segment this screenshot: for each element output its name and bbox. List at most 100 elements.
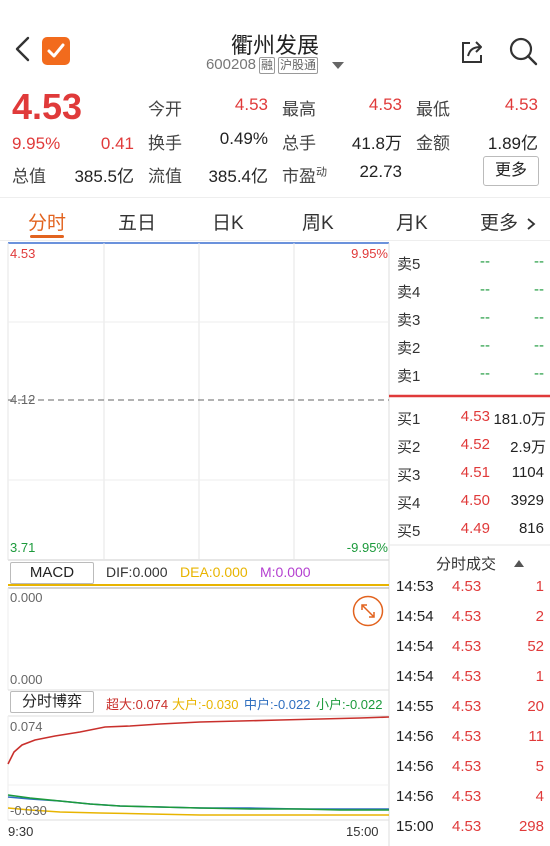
turnover-value: 0.49% bbox=[219, 129, 268, 148]
bid-2-label: 买2 bbox=[397, 439, 421, 456]
tab-monthly-k[interactable]: 月K bbox=[396, 208, 428, 235]
current-price: 4.53 bbox=[12, 86, 83, 127]
ask-5-price: -- bbox=[480, 253, 490, 270]
change-percent: 9.95% bbox=[12, 134, 61, 153]
macd-bottom-value: 0.000 bbox=[10, 672, 43, 687]
trades-header[interactable]: 分时成交 bbox=[390, 550, 550, 576]
low-label: 最低 bbox=[416, 100, 450, 119]
trade-volume: 4 bbox=[535, 788, 544, 805]
axis-bottom-price: 3.71 bbox=[10, 540, 36, 555]
trade-price: 4.53 bbox=[452, 758, 482, 775]
tab-intraday[interactable]: 分时 bbox=[28, 208, 66, 235]
time-end: 15:00 bbox=[346, 824, 379, 839]
active-tab-indicator bbox=[30, 235, 64, 238]
flow-bottom-value: -0.030 bbox=[10, 803, 47, 818]
more-button[interactable]: 更多 bbox=[483, 156, 539, 186]
trade-time: 15:00 bbox=[396, 818, 434, 835]
bid-3-label: 买3 bbox=[397, 467, 421, 484]
trade-price: 4.53 bbox=[452, 638, 482, 655]
trade-price: 4.53 bbox=[452, 578, 482, 595]
trade-volume: 11 bbox=[528, 728, 544, 745]
ask-3-volume: -- bbox=[534, 309, 544, 326]
macd-m: M:0.000 bbox=[260, 564, 311, 580]
bid-3-volume: 1104 bbox=[511, 464, 544, 481]
high-value: 4.53 bbox=[368, 95, 402, 114]
search-icon[interactable] bbox=[508, 36, 538, 66]
ask-1-price: -- bbox=[480, 365, 490, 382]
amount-label: 金额 bbox=[416, 134, 450, 153]
time-start: 9:30 bbox=[8, 824, 34, 839]
trade-time: 14:54 bbox=[396, 668, 434, 685]
tab-weekly-k[interactable]: 周K bbox=[302, 208, 334, 235]
trade-time: 14:56 bbox=[396, 788, 434, 805]
trade-volume: 2 bbox=[535, 608, 544, 625]
flow-selector[interactable]: 分时博弈 bbox=[10, 691, 94, 713]
float-value: 385.4亿 bbox=[208, 167, 268, 186]
ask-1-label: 卖1 bbox=[397, 368, 421, 385]
macd-panel-frame bbox=[7, 584, 389, 691]
flow-super-line bbox=[7, 716, 390, 765]
stock-code: 600208 bbox=[205, 56, 257, 73]
flow-small-line bbox=[7, 794, 389, 811]
tab-daily-k[interactable]: 日K bbox=[212, 208, 244, 235]
ask-2-volume: -- bbox=[534, 337, 544, 354]
share-icon[interactable] bbox=[458, 38, 486, 66]
collapse-caret-icon[interactable] bbox=[514, 560, 524, 567]
ask-1-volume: -- bbox=[534, 365, 544, 382]
trade-time: 14:56 bbox=[396, 758, 434, 775]
chevron-down-icon[interactable] bbox=[332, 61, 345, 69]
axis-mid-price: 4.12 bbox=[10, 392, 36, 407]
flow-mid: 中户:-0.022 bbox=[244, 697, 311, 712]
chart-tab-bar: 分时 五日 日K 周K 月K 更多 bbox=[0, 197, 550, 241]
turnover-label: 换手 bbox=[148, 134, 182, 153]
trade-volume: 5 bbox=[535, 758, 544, 775]
ask-4-label: 卖4 bbox=[397, 284, 421, 301]
expand-icon[interactable] bbox=[352, 595, 384, 627]
bid-2-volume: 2.9万 bbox=[510, 439, 546, 456]
ask-2-price: -- bbox=[480, 337, 490, 354]
ask-2-label: 卖2 bbox=[397, 340, 421, 357]
margin-tag: 融 bbox=[259, 57, 276, 74]
tab-five-day[interactable]: 五日 bbox=[118, 208, 156, 235]
bid-5-volume: 816 bbox=[518, 520, 544, 537]
ask-5-volume: -- bbox=[534, 253, 544, 270]
trade-volume: 1 bbox=[535, 578, 544, 595]
total-value: 385.5亿 bbox=[74, 167, 134, 186]
amount-value: 1.89亿 bbox=[487, 134, 538, 153]
macd-selector[interactable]: MACD bbox=[10, 562, 94, 584]
bid-4-label: 买4 bbox=[397, 495, 421, 512]
axis-top-price: 4.53 bbox=[10, 246, 36, 261]
tab-more[interactable]: 更多 bbox=[480, 208, 537, 235]
bid-3-price: 4.51 bbox=[460, 464, 490, 481]
connect-tag: 沪股通 bbox=[278, 57, 319, 74]
trade-price: 4.53 bbox=[452, 698, 482, 715]
bid-5-label: 买5 bbox=[397, 523, 421, 540]
low-value: 4.53 bbox=[504, 95, 538, 114]
bid-4-price: 4.50 bbox=[460, 492, 490, 509]
open-label: 今开 bbox=[148, 100, 182, 119]
ask-3-price: -- bbox=[480, 309, 490, 326]
volume-label: 总手 bbox=[282, 134, 316, 153]
trade-price: 4.53 bbox=[452, 788, 482, 805]
trades-title: 分时成交 bbox=[436, 556, 497, 573]
chevron-right-icon bbox=[527, 218, 536, 230]
flow-large: 大户:-0.030 bbox=[172, 697, 239, 712]
bid-2-price: 4.52 bbox=[460, 436, 490, 453]
bid-1-price: 4.53 bbox=[460, 408, 490, 425]
trade-time: 14:53 bbox=[396, 578, 434, 595]
volume-value: 41.8万 bbox=[351, 134, 402, 153]
trade-time: 14:56 bbox=[396, 728, 434, 745]
trade-time: 14:55 bbox=[396, 698, 434, 715]
trade-price: 4.53 bbox=[452, 608, 482, 625]
flow-small: 小户:-0.022 bbox=[316, 697, 383, 712]
trade-volume: 20 bbox=[527, 698, 544, 715]
trades-list: 14:53 4.53 1 14:54 4.53 2 14:54 4.53 52 … bbox=[390, 578, 550, 846]
bid-1-label: 买1 bbox=[397, 411, 421, 428]
macd-top-value: 0.000 bbox=[10, 590, 43, 605]
total-value-label: 总值 bbox=[12, 167, 46, 186]
pe-value: 22.73 bbox=[359, 162, 402, 181]
macd-dea: DEA:0.000 bbox=[180, 564, 248, 580]
flow-super: 超大:0.074 bbox=[106, 697, 169, 712]
pe-label: 市盈动 bbox=[282, 166, 327, 186]
bid-1-volume: 181.0万 bbox=[493, 411, 546, 428]
